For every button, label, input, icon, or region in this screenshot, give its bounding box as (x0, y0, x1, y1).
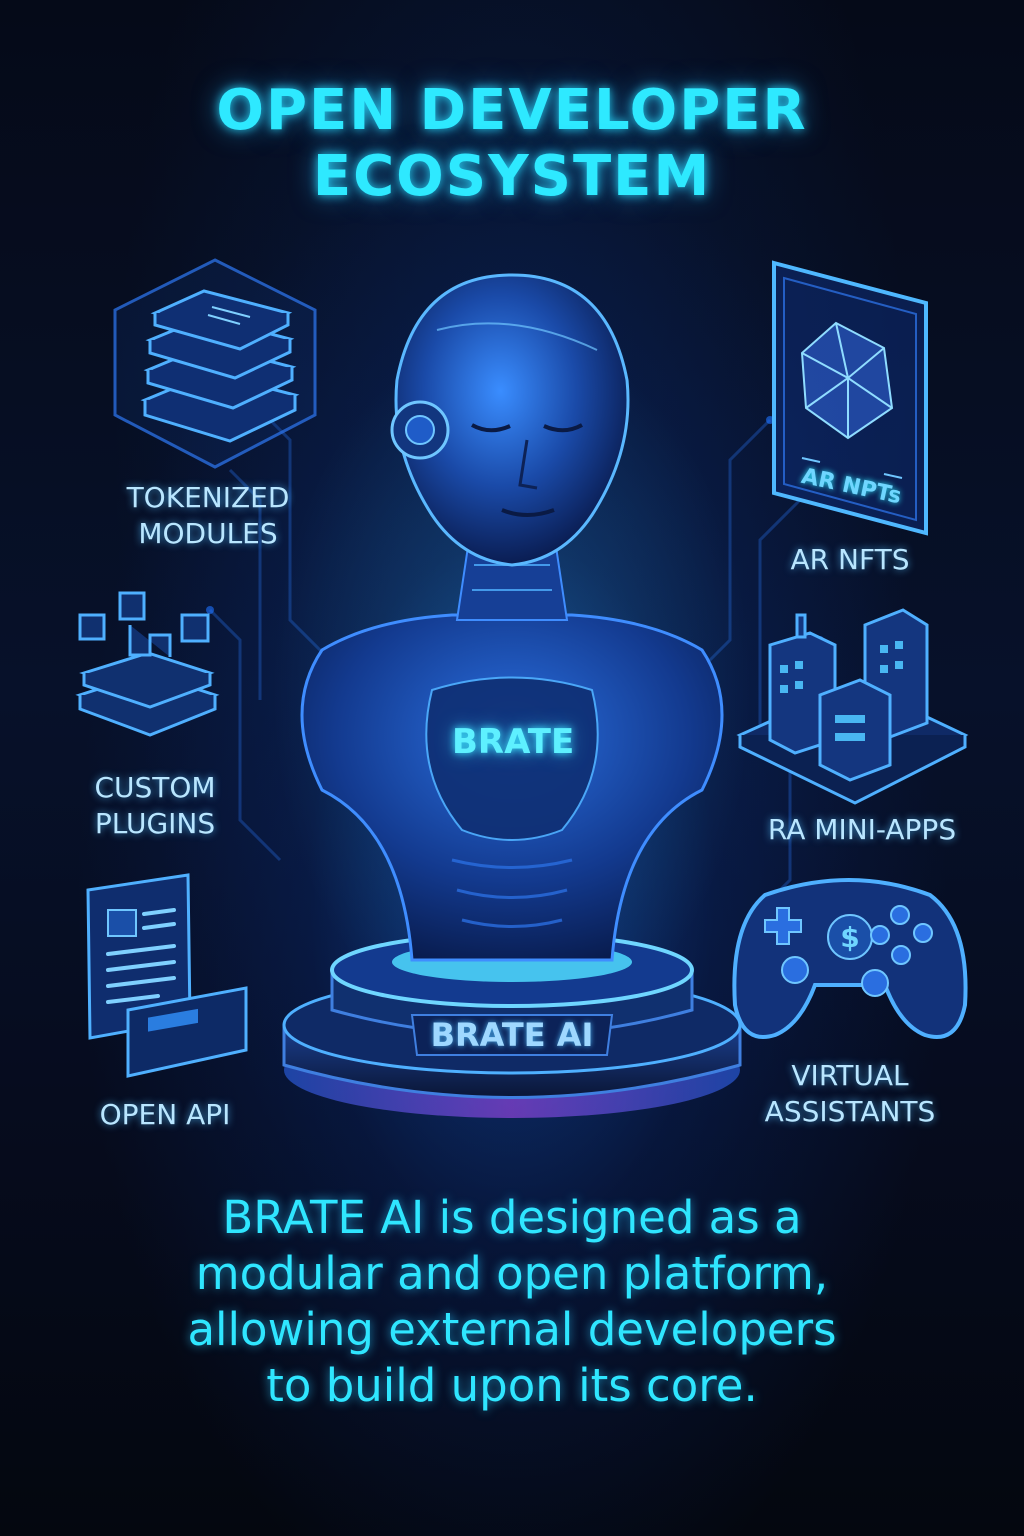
feature-label-ra-mini-apps: RA MINI-APPS (767, 813, 957, 846)
description-line-3: allowing external developers (187, 1303, 837, 1356)
page-title: OPEN DEVELOPER ECOSYSTEM (0, 78, 1024, 210)
ai-figure (262, 270, 762, 1130)
feature-label-virtual-assistants: VIRTUAL ASSISTANTS (764, 1059, 936, 1128)
city-buildings-icon (735, 605, 970, 805)
crystal-card-icon: AR NPTs (766, 258, 936, 538)
gamepad-icon: $ (725, 865, 975, 1055)
chest-label: BRATE (452, 722, 575, 762)
plugin-blocks-icon (70, 585, 230, 737)
description-line-2: modular and open platform, (195, 1247, 829, 1300)
description-line-1: BRATE AI is designed as a (222, 1191, 802, 1244)
feature-label-open-api: OPEN API (99, 1098, 231, 1131)
document-laptop-icon (78, 870, 258, 1080)
description: BRATE AI is designed as a modular and op… (0, 1190, 1024, 1414)
feature-label-custom-plugins: CUSTOM PLUGINS (94, 771, 216, 840)
description-line-4: to build upon its core. (266, 1359, 758, 1412)
title-line-1: OPEN DEVELOPER (216, 78, 808, 143)
feature-label-ar-nfts: AR NFTS (790, 543, 910, 576)
pad-symbol: $ (840, 921, 859, 954)
base-label: BRATE AI (430, 1016, 594, 1054)
title-line-2: ECOSYSTEM (312, 144, 712, 209)
